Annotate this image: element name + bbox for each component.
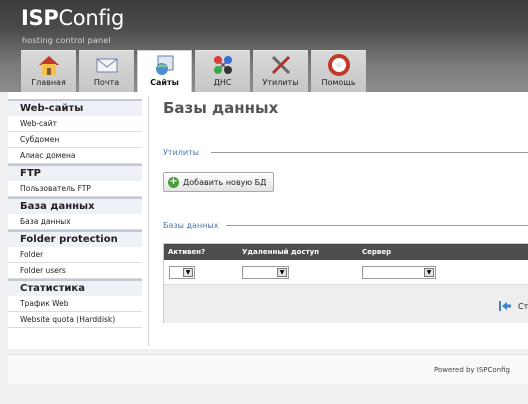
logo-isp: ISP xyxy=(21,6,59,30)
footer: Powered by ISPConfig xyxy=(8,354,528,384)
sidebar-divider xyxy=(148,96,149,346)
sidebar-section-statistics: Статистика xyxy=(8,279,142,296)
column-active[interactable]: Активен? xyxy=(168,248,205,256)
page-title: Базы данных xyxy=(163,99,279,117)
tab-tools[interactable]: Утилиты xyxy=(253,50,308,92)
chevron-down-icon: ▼ xyxy=(183,268,193,277)
list-legend: Базы данных xyxy=(163,221,219,230)
filter-active-select[interactable]: ▼ xyxy=(169,266,195,279)
filter-row: ▼ ▼ ▼ xyxy=(164,260,528,285)
tagline: hosting control panel xyxy=(22,36,111,45)
sidebar-item-folder-users[interactable]: Folder users xyxy=(8,263,142,279)
tab-home[interactable]: Главная xyxy=(21,50,76,92)
sidebar-section-folder-protection: Folder protection xyxy=(8,230,142,247)
tab-home-label: Главная xyxy=(31,78,66,87)
sites-icon xyxy=(155,55,173,75)
powered-by: Powered by ISPConfig xyxy=(434,366,510,374)
filter-remote-access-select[interactable]: ▼ xyxy=(242,266,289,279)
sidebar-section-database: База данных xyxy=(8,197,142,214)
mail-icon xyxy=(96,58,117,73)
tools-legend: Утилиты xyxy=(163,148,200,157)
chevron-down-icon: ▼ xyxy=(277,268,287,277)
chevron-down-icon: ▼ xyxy=(424,268,434,277)
sidebar-item-web-traffic[interactable]: Трафик Web xyxy=(8,296,142,312)
pager-text: Ст xyxy=(518,302,528,311)
help-icon xyxy=(327,54,350,76)
table-header: Активен? Удаленный доступ Сервер xyxy=(164,244,528,260)
sidebar-item-database[interactable]: База данных xyxy=(8,214,142,230)
tab-dns[interactable]: ДНС xyxy=(195,50,250,92)
sidebar-section-ftp: FTP xyxy=(8,164,142,181)
column-server[interactable]: Сервер xyxy=(362,248,391,256)
first-page-icon[interactable] xyxy=(499,301,511,311)
dns-icon xyxy=(213,56,232,74)
logo: ISPConfig xyxy=(21,6,124,30)
add-database-button-label: Добавить новую БД xyxy=(183,178,267,187)
sidebar-item-website[interactable]: Web-сайт xyxy=(8,116,142,132)
column-remote-access[interactable]: Удаленный доступ xyxy=(242,248,319,256)
sidebar-item-folder[interactable]: Folder xyxy=(8,247,142,263)
sidebar-item-alias-domain[interactable]: Алиас домена xyxy=(8,148,142,164)
sidebar-section-websites: Web-сайты xyxy=(8,99,142,116)
tab-dns-label: ДНС xyxy=(213,78,232,87)
tab-tools-label: Утилиты xyxy=(262,78,299,87)
tab-sites-label: Сайты xyxy=(150,78,179,87)
sidebar-item-website-quota[interactable]: Website quota (Harddisk) xyxy=(8,312,142,328)
tools-icon xyxy=(271,55,290,75)
tab-mail[interactable]: Почта xyxy=(79,50,134,92)
header: ISPConfig hosting control panel Главная … xyxy=(0,0,528,94)
home-icon xyxy=(38,56,59,75)
tab-help-label: Помощь xyxy=(321,78,356,87)
sidebar-item-ftp-user[interactable]: Пользователь FTP xyxy=(8,181,142,197)
logo-config: Config xyxy=(58,6,125,30)
database-table: Активен? Удаленный доступ Сервер ▼ ▼ ▼ С… xyxy=(163,243,528,323)
add-icon: + xyxy=(168,176,179,188)
tab-help[interactable]: Помощь xyxy=(311,50,366,92)
filter-server-select[interactable]: ▼ xyxy=(362,266,436,279)
tab-mail-label: Почта xyxy=(93,78,120,87)
table-footer: Ст xyxy=(164,285,528,323)
sidebar-item-subdomain[interactable]: Субдомен xyxy=(8,132,142,148)
main-tabs: Главная Почта Сайты ДНС Утилиты Помощь xyxy=(21,50,366,94)
tools-legend-line xyxy=(211,152,528,153)
tab-sites[interactable]: Сайты xyxy=(137,50,192,94)
list-legend-line xyxy=(226,225,528,226)
sidebar: Web-сайты Web-сайт Субдомен Алиас домена… xyxy=(8,99,142,328)
add-database-button[interactable]: + Добавить новую БД xyxy=(163,172,274,192)
